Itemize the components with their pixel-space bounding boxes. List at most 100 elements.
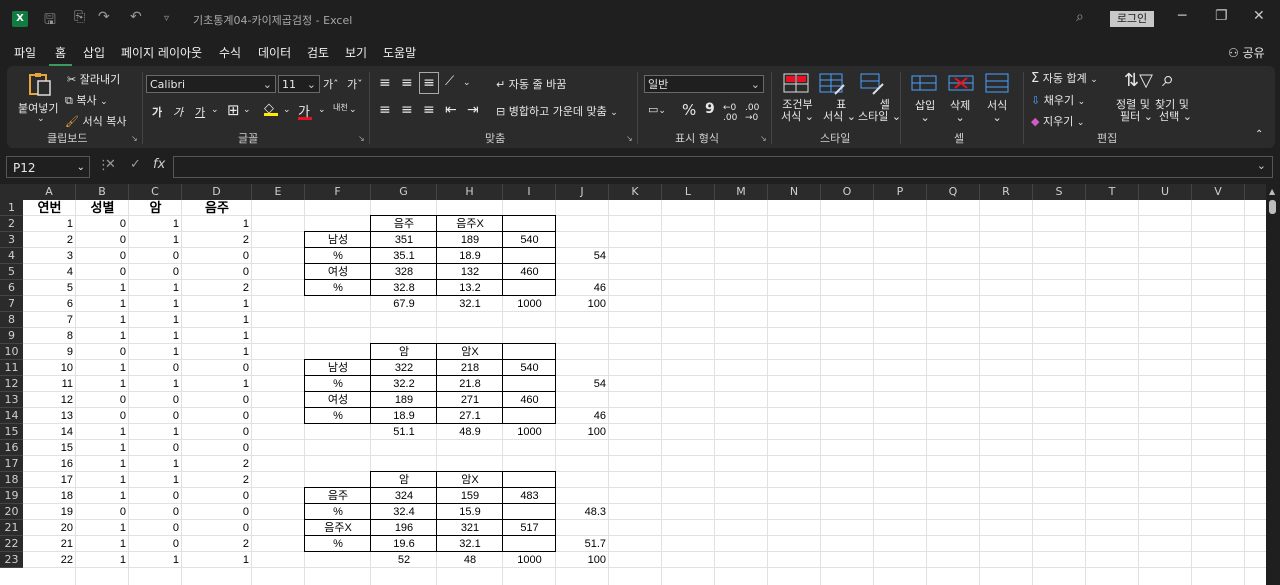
cell-C11[interactable]: 0 — [129, 360, 182, 376]
cell-A18[interactable]: 17 — [23, 472, 76, 488]
cell-B16[interactable]: 1 — [76, 440, 129, 456]
cell-H4[interactable]: 18.9 — [437, 248, 503, 264]
cell-I5[interactable]: 460 — [503, 264, 556, 280]
row-header-5[interactable]: 5 — [0, 264, 23, 280]
cell-A16[interactable]: 15 — [23, 440, 76, 456]
cell-F6[interactable]: % — [305, 280, 371, 296]
decrease-indent-icon[interactable]: ⇤ — [445, 102, 457, 118]
cell-G5[interactable]: 328 — [371, 264, 437, 280]
align-top-icon[interactable]: ≡ — [379, 75, 391, 91]
decrease-decimal-icon[interactable]: .00 →0 — [745, 103, 759, 123]
insert-function-button[interactable]: fx — [153, 157, 165, 172]
align-middle-icon[interactable]: ≡ — [401, 75, 413, 91]
cell-J23[interactable]: 100 — [556, 552, 609, 568]
cell-styles-button[interactable]: 셀 스타일 ⌄ — [858, 99, 901, 123]
cell-C7[interactable]: 1 — [129, 296, 182, 312]
cell-G22[interactable]: 19.6 — [371, 536, 437, 552]
cell-B12[interactable]: 1 — [76, 376, 129, 392]
row-header-19[interactable]: 19 — [0, 488, 23, 504]
merge-center-button[interactable]: ⊟ 병합하고 가운데 맞춤 ⌄ — [496, 103, 618, 119]
delete-cells-icon[interactable] — [948, 72, 974, 96]
row-header-14[interactable]: 14 — [0, 408, 23, 424]
wrap-text-button[interactable]: ↵ 자동 줄 바꿈 — [496, 76, 566, 92]
formula-input[interactable]: ⌄ — [173, 156, 1273, 178]
new-file-icon[interactable]: ⎘ — [74, 9, 85, 25]
row-header-21[interactable]: 21 — [0, 520, 23, 536]
cell-C18[interactable]: 1 — [129, 472, 182, 488]
cell-A21[interactable]: 20 — [23, 520, 76, 536]
cell-J14[interactable]: 46 — [556, 408, 609, 424]
cell-I19[interactable]: 483 — [503, 488, 556, 504]
cell-F11[interactable]: 남성 — [305, 360, 371, 376]
cell-F12[interactable]: % — [305, 376, 371, 392]
format-cells-button[interactable]: 서식 ⌄ — [987, 100, 1007, 124]
tab-review[interactable]: 검토 — [307, 44, 329, 61]
cell-D9[interactable]: 1 — [182, 328, 252, 344]
increase-indent-icon[interactable]: ⇥ — [467, 102, 479, 118]
cell-G23[interactable]: 52 — [371, 552, 437, 568]
cell-D14[interactable]: 0 — [182, 408, 252, 424]
cell-I7[interactable]: 1000 — [503, 296, 556, 312]
cell-G10[interactable]: 암 — [371, 344, 437, 360]
cell-F20[interactable]: % — [305, 504, 371, 520]
login-button[interactable]: 로그인 — [1110, 11, 1154, 27]
cell-G11[interactable]: 322 — [371, 360, 437, 376]
number-format-select[interactable]: 일반 ⌄ — [644, 75, 764, 93]
cell-B11[interactable]: 1 — [76, 360, 129, 376]
column-header-O[interactable]: O — [821, 184, 874, 200]
cell-G6[interactable]: 32.8 — [371, 280, 437, 296]
cell-B3[interactable]: 0 — [76, 232, 129, 248]
cell-J15[interactable]: 100 — [556, 424, 609, 440]
cell-G13[interactable]: 189 — [371, 392, 437, 408]
cell-B13[interactable]: 0 — [76, 392, 129, 408]
clear-button[interactable]: ◆ 지우기 ⌄ — [1031, 113, 1084, 129]
column-header-U[interactable]: U — [1139, 184, 1192, 200]
cell-D10[interactable]: 1 — [182, 344, 252, 360]
cell-A7[interactable]: 6 — [23, 296, 76, 312]
decrease-font-size-button[interactable]: 가ˇ — [347, 76, 363, 92]
cell-H15[interactable]: 48.9 — [437, 424, 503, 440]
cell-H14[interactable]: 27.1 — [437, 408, 503, 424]
cell-B9[interactable]: 1 — [76, 328, 129, 344]
cell-A1[interactable]: 연번 — [23, 200, 76, 216]
tab-file[interactable]: 파일 — [14, 44, 36, 61]
cell-H22[interactable]: 32.1 — [437, 536, 503, 552]
cell-D2[interactable]: 1 — [182, 216, 252, 232]
cell-H18[interactable]: 암X — [437, 472, 503, 488]
cell-A20[interactable]: 19 — [23, 504, 76, 520]
underline-button[interactable]: 가 — [195, 104, 205, 120]
cell-H3[interactable]: 189 — [437, 232, 503, 248]
cell-J22[interactable]: 51.7 — [556, 536, 609, 552]
cell-G14[interactable]: 18.9 — [371, 408, 437, 424]
cell-D17[interactable]: 2 — [182, 456, 252, 472]
alignment-launcher-icon[interactable]: ↘ — [626, 134, 633, 143]
cell-G20[interactable]: 32.4 — [371, 504, 437, 520]
row-header-8[interactable]: 8 — [0, 312, 23, 328]
cell-I23[interactable]: 1000 — [503, 552, 556, 568]
cell-H20[interactable]: 15.9 — [437, 504, 503, 520]
tab-home[interactable]: 홈 — [48, 44, 73, 67]
cell-B23[interactable]: 1 — [76, 552, 129, 568]
cell-B7[interactable]: 1 — [76, 296, 129, 312]
cell-A23[interactable]: 22 — [23, 552, 76, 568]
orientation-dropdown-icon[interactable]: ⌄ — [463, 78, 471, 88]
format-as-table-button[interactable]: 표 서식 ⌄ — [823, 99, 856, 123]
column-header-S[interactable]: S — [1033, 184, 1086, 200]
enter-icon[interactable]: ✓ — [130, 157, 141, 172]
row-header-9[interactable]: 9 — [0, 328, 23, 344]
cell-J20[interactable]: 48.3 — [556, 504, 609, 520]
cell-A9[interactable]: 8 — [23, 328, 76, 344]
align-bottom-icon[interactable]: ≡ — [419, 72, 439, 94]
cell-A10[interactable]: 9 — [23, 344, 76, 360]
number-launcher-icon[interactable]: ↘ — [760, 134, 767, 143]
close-button[interactable]: ✕ — [1253, 8, 1265, 24]
fill-color-dropdown-icon[interactable]: ⌄ — [283, 105, 291, 115]
cell-A13[interactable]: 12 — [23, 392, 76, 408]
cell-C5[interactable]: 0 — [129, 264, 182, 280]
search-icon[interactable]: ⌕ — [1076, 9, 1084, 25]
cell-C9[interactable]: 1 — [129, 328, 182, 344]
cell-B4[interactable]: 0 — [76, 248, 129, 264]
cell-A8[interactable]: 7 — [23, 312, 76, 328]
cell-D19[interactable]: 0 — [182, 488, 252, 504]
cell-B21[interactable]: 1 — [76, 520, 129, 536]
